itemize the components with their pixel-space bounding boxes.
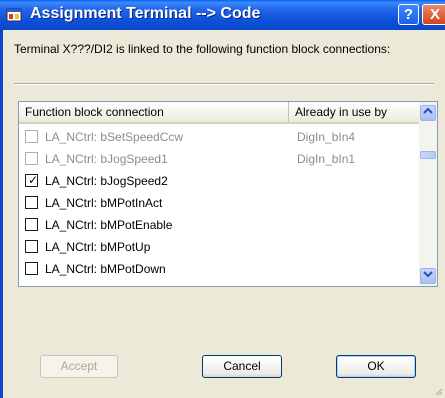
list-row[interactable]: LA_NCtrl: bJogSpeed1 DigIn_bIn1 [19,148,417,170]
connection-name: LA_NCtrl: bJogSpeed2 [45,174,168,188]
connection-name: LA_NCtrl: bSetSpeedCcw [45,130,184,144]
row-checkbox[interactable] [25,196,38,209]
connection-list[interactable]: Function block connection Already in use… [18,101,438,287]
row-checkbox[interactable]: ✓ [25,173,39,187]
chevron-down-icon[interactable] [420,268,436,284]
list-row[interactable]: LA_NCtrl: bMPotDown [19,258,417,280]
connection-name: LA_NCtrl: bMPotUp [45,240,151,254]
description-text: Terminal X???/DI2 is linked to the follo… [14,42,391,56]
app-window-icon [6,7,22,23]
scrollbar-thumb[interactable] [420,151,436,159]
accept-button[interactable]: Accept [40,355,118,378]
list-row[interactable]: LA_NCtrl: bMPotEnable [19,214,417,236]
ok-button[interactable]: OK [336,355,416,378]
row-checkbox[interactable] [25,218,38,231]
connection-name: LA_NCtrl: bMPotEnable [45,218,173,232]
row-checkbox[interactable] [25,130,38,143]
list-row[interactable]: LA_NCtrl: bMPotInAct [19,192,417,214]
title-bar[interactable]: Assignment Terminal --> Code ? X [0,0,445,30]
list-row[interactable]: LA_NCtrl: bSetSpeedCcw DigIn_bIn4 [19,126,417,148]
row-checkbox[interactable] [25,262,38,275]
close-button[interactable]: X [422,4,445,25]
resize-grip-icon[interactable] [433,386,443,396]
vertical-scrollbar[interactable] [419,102,437,286]
in-use-by-value: DigIn_bIn4 [297,130,356,144]
connection-name: LA_NCtrl: bJogSpeed1 [45,152,168,166]
chevron-up-icon[interactable] [420,105,436,121]
divider [14,83,434,85]
window-title: Assignment Terminal --> Code [30,5,261,22]
column-header-connection[interactable]: Function block connection [19,102,289,122]
list-header: Function block connection Already in use… [19,102,419,124]
help-button[interactable]: ? [398,4,419,25]
list-row[interactable]: LA_NCtrl: bMPotUp [19,236,417,258]
connection-name: LA_NCtrl: bMPotInAct [45,196,163,210]
check-mark-icon: ✓ [28,173,39,187]
in-use-by-value: DigIn_bIn1 [297,152,356,166]
row-checkbox[interactable] [25,240,38,253]
connection-name: LA_NCtrl: bMPotDown [45,262,166,276]
cancel-button[interactable]: Cancel [202,355,282,378]
column-header-in-use-by[interactable]: Already in use by [289,102,419,122]
list-row[interactable]: ✓ LA_NCtrl: bJogSpeed2 [19,170,417,192]
row-checkbox[interactable] [25,152,38,165]
window-frame [0,30,3,398]
